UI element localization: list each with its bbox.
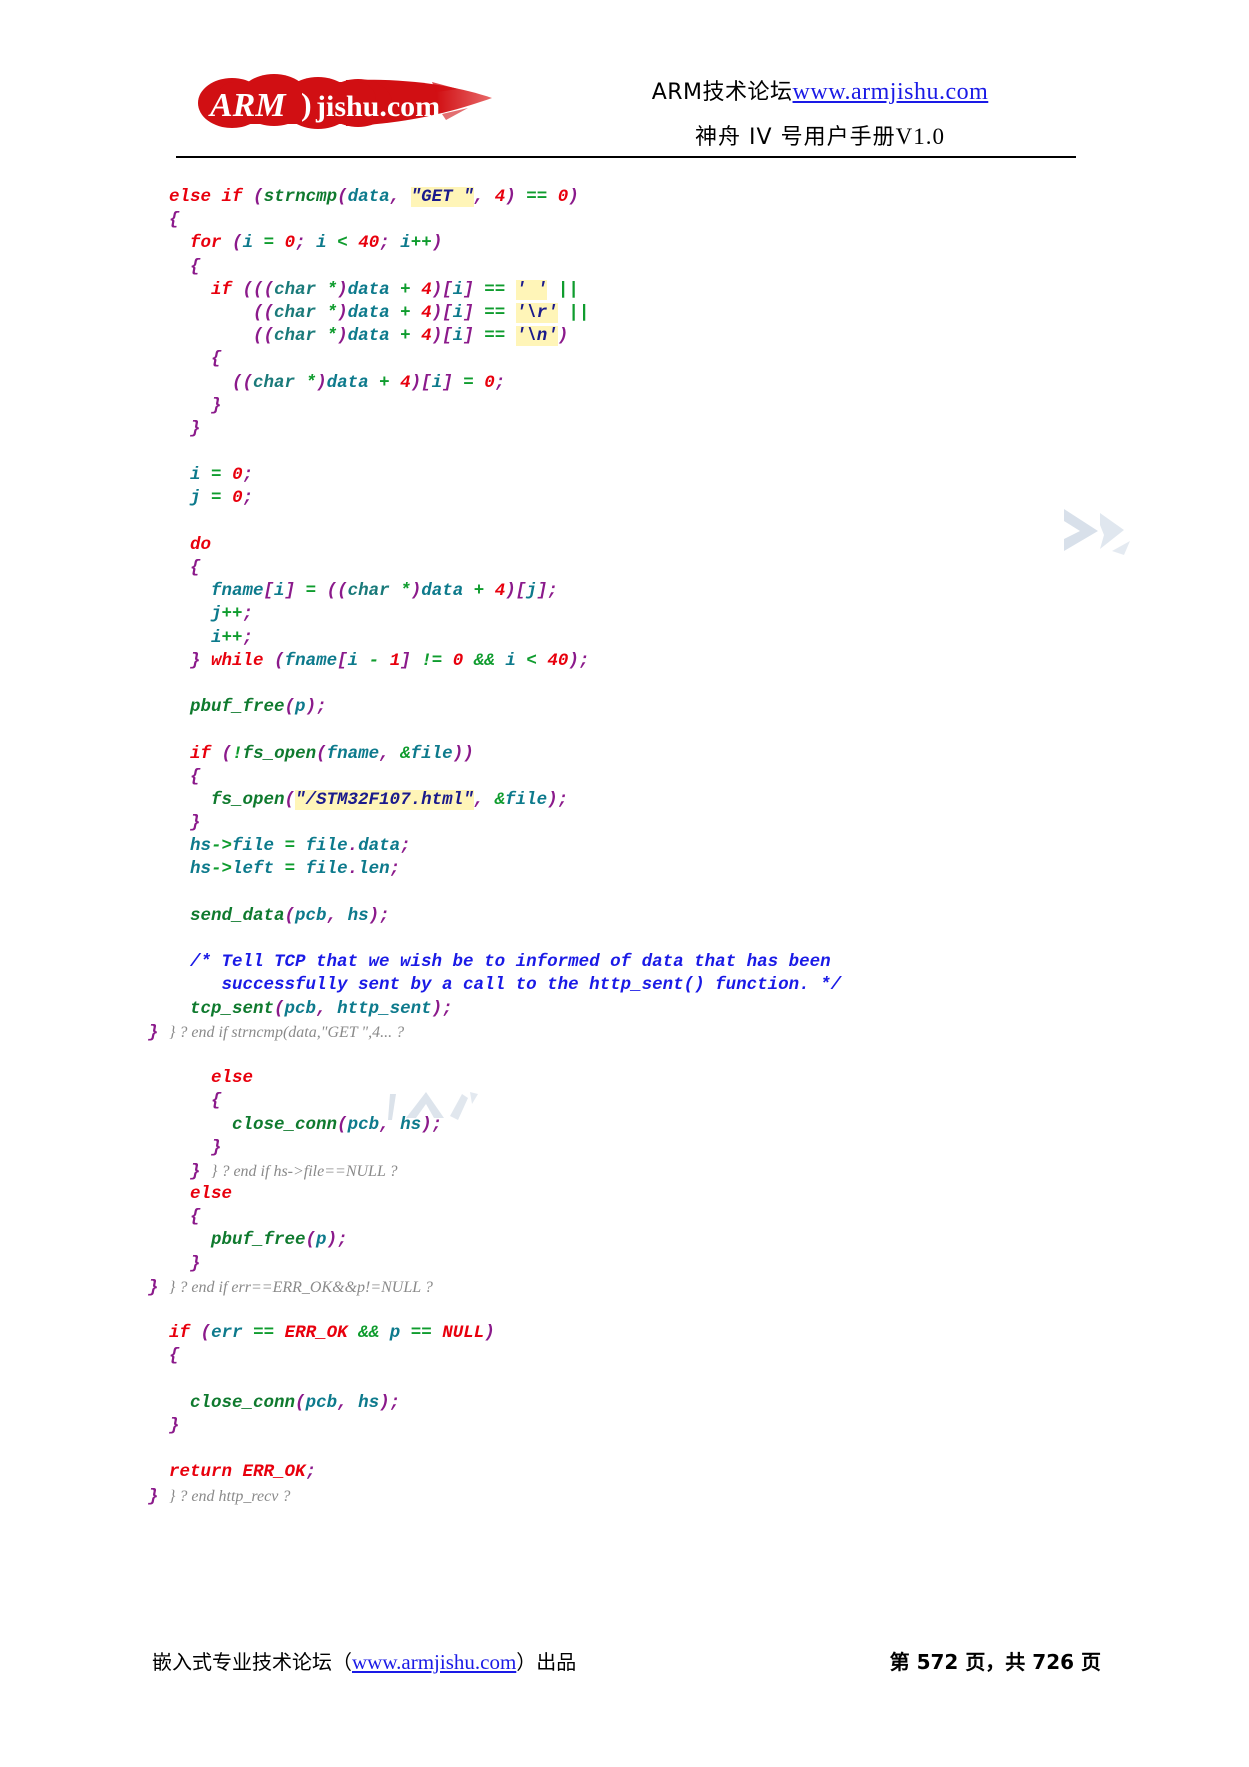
code-line: { bbox=[211, 1091, 222, 1112]
code-line: i = 0; bbox=[190, 465, 254, 486]
code-line: { bbox=[190, 256, 201, 277]
total-page-number: 726 bbox=[1032, 1650, 1075, 1674]
page-footer: 嵌入式专业技术论坛（www.armjishu.com）出品 第 572 页，共 … bbox=[0, 1630, 1249, 1710]
code-annotation-line: } } ? end if strncmp(data,"GET ",4... ? bbox=[148, 1022, 405, 1043]
code-line: fname[i] = ((char *)data + 4)[j]; bbox=[211, 581, 558, 602]
code-line: hs->file = file.data; bbox=[190, 836, 411, 857]
code-line: if (err == ERR_OK && p == NULL) bbox=[169, 1323, 495, 1344]
header-manual-title: 神舟 IV 号用户手册V1.0 bbox=[610, 119, 1030, 151]
page-suffix-label: 页 bbox=[1081, 1650, 1101, 1674]
page-header: ARM ) jishu.com ARM技术论坛www.armjishu.com … bbox=[0, 0, 1249, 170]
code-line: else if (strncmp(data, "GET ", 4) == 0) bbox=[169, 187, 579, 207]
page-mid-label: 页，共 bbox=[965, 1650, 1026, 1674]
code-line: { bbox=[169, 210, 180, 231]
code-line: { bbox=[190, 1207, 201, 1228]
code-line: do bbox=[190, 534, 212, 555]
code-line: if (((char *)data + 4)[i] == ' ' || bbox=[211, 279, 579, 300]
logo-domain-text: jishu.com bbox=[315, 90, 440, 123]
logo-arm-text: ARM bbox=[208, 87, 287, 124]
code-line: /* Tell TCP that we wish be to informed … bbox=[190, 952, 831, 973]
code-line: if (!fs_open(fname, &file)) bbox=[190, 743, 474, 764]
code-annotation-line: } } ? end http_recv ? bbox=[148, 1486, 291, 1507]
code-line: fs_open("/STM32F107.html", &file); bbox=[211, 789, 569, 810]
footer-forum-label: 嵌入式专业技术论坛 bbox=[152, 1650, 332, 1674]
fold-annotation: } ? end if err==ERR_OK&&p!=NULL ? bbox=[169, 1278, 433, 1296]
fold-annotation: } ? end if hs->file==NULL ? bbox=[211, 1162, 398, 1180]
code-line: } bbox=[211, 1137, 222, 1158]
code-line: ((char *)data + 4)[i] = 0; bbox=[232, 372, 506, 393]
header-manual-name: 神舟 IV 号用户手册 bbox=[695, 125, 896, 150]
footer-open-paren: （ bbox=[332, 1650, 352, 1674]
code-line: { bbox=[190, 766, 201, 787]
code-line: pbuf_free(p); bbox=[190, 697, 327, 718]
code-line: ((char *)data + 4)[i] == '\r' || bbox=[253, 302, 590, 323]
header-divider bbox=[176, 156, 1076, 158]
code-line: for (i = 0; i < 40; i++) bbox=[190, 233, 443, 254]
footer-site-link[interactable]: www.armjishu.com bbox=[352, 1650, 516, 1674]
footer-produced-by: 出品 bbox=[536, 1650, 577, 1674]
header-site-link[interactable]: www.armjishu.com bbox=[793, 79, 989, 105]
footer-credit: 嵌入式专业技术论坛（www.armjishu.com）出品 bbox=[152, 1646, 576, 1675]
code-line: return ERR_OK; bbox=[169, 1462, 317, 1483]
code-line: hs->left = file.len; bbox=[190, 859, 401, 880]
code-annotation-line: } } ? end if err==ERR_OK&&p!=NULL ? bbox=[148, 1277, 433, 1298]
page-number-block: 第 572 页，共 726 页 bbox=[890, 1646, 1101, 1675]
code-annotation-line: } } ? end if hs->file==NULL ? bbox=[190, 1161, 398, 1182]
code-line: send_data(pcb, hs); bbox=[190, 905, 390, 926]
code-line: } while (fname[i - 1] != 0 && i < 40); bbox=[190, 650, 590, 671]
code-line: } bbox=[190, 1253, 201, 1274]
code-line: j++; bbox=[211, 604, 254, 625]
code-listing: else if (strncmp(data, "GET ", 4) == 0) … bbox=[148, 186, 1108, 1508]
code-line: ((char *)data + 4)[i] == '\n') bbox=[253, 326, 569, 347]
code-line: { bbox=[169, 1346, 180, 1367]
code-line: { bbox=[211, 349, 222, 370]
code-line: } bbox=[190, 813, 201, 834]
code-line: else bbox=[190, 1184, 233, 1205]
code-line: i++; bbox=[211, 627, 254, 648]
footer-close-paren: ） bbox=[516, 1650, 537, 1674]
code-line: close_conn(pcb, hs); bbox=[190, 1392, 401, 1413]
code-line: } bbox=[211, 395, 222, 416]
page-prefix-label: 第 bbox=[889, 1650, 910, 1674]
code-line: tcp_sent(pcb, http_sent); bbox=[190, 998, 453, 1019]
code-line: close_conn(pcb, hs); bbox=[232, 1114, 443, 1135]
code-line: { bbox=[190, 558, 201, 578]
current-page-number: 572 bbox=[916, 1650, 959, 1674]
armjishu-logo: ARM ) jishu.com bbox=[196, 72, 496, 134]
header-forum-label: ARM技术论坛 bbox=[651, 80, 793, 105]
logo-paren: ) bbox=[301, 86, 312, 122]
code-line: pbuf_free(p); bbox=[211, 1230, 348, 1251]
code-line: j = 0; bbox=[190, 488, 254, 509]
code-line: } bbox=[190, 418, 201, 439]
fold-annotation: } ? end if strncmp(data,"GET ",4... ? bbox=[169, 1023, 405, 1041]
fold-annotation: } ? end http_recv ? bbox=[169, 1487, 291, 1505]
code-line: else bbox=[211, 1068, 254, 1089]
header-titles: ARM技术论坛www.armjishu.com 神舟 IV 号用户手册V1.0 bbox=[610, 76, 1030, 151]
code-line: successfully sent by a call to the http_… bbox=[190, 975, 842, 996]
header-manual-version: V1.0 bbox=[895, 124, 945, 149]
header-forum-line: ARM技术论坛www.armjishu.com bbox=[610, 76, 1030, 109]
code-line: } bbox=[169, 1415, 180, 1436]
